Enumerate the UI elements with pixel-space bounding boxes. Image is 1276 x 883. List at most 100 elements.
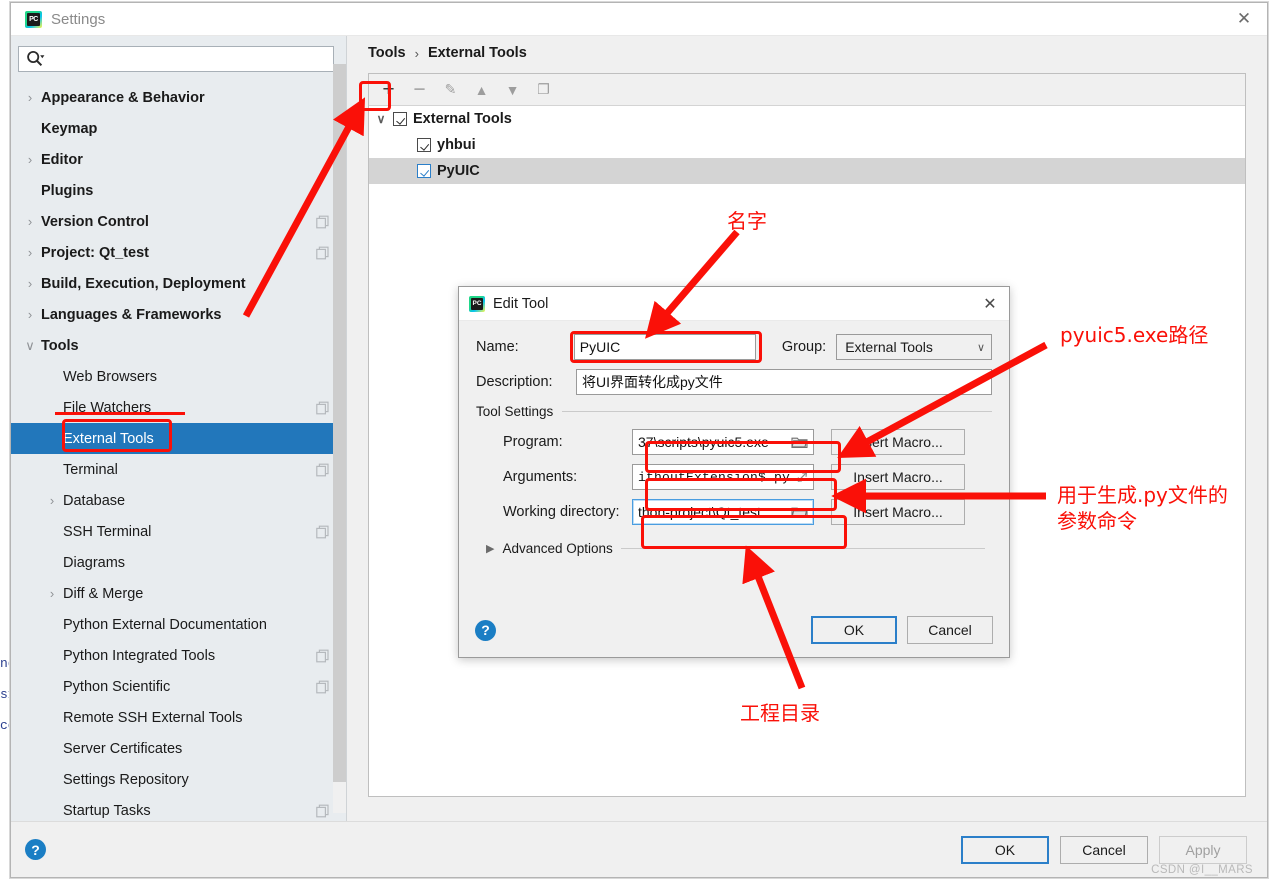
watermark: CSDN @I__MARS xyxy=(1151,864,1253,876)
copy-settings-icon[interactable] xyxy=(316,680,329,693)
advanced-options-label: Advanced Options xyxy=(502,541,613,556)
search-input[interactable] xyxy=(45,48,327,70)
arguments-label: Arguments: xyxy=(503,469,578,485)
sidebar-item-appearance-behavior[interactable]: › Appearance & Behavior xyxy=(11,82,346,113)
breadcrumb-root[interactable]: Tools xyxy=(368,45,406,61)
sidebar-item-settings-repository[interactable]: Settings Repository xyxy=(11,764,346,795)
advanced-options-row[interactable]: ▶ Advanced Options xyxy=(486,541,992,556)
close-icon[interactable]: ✕ xyxy=(977,292,1003,316)
edit-tool-body: Name: PyUIC Group: External Tools ∨ Desc… xyxy=(459,321,1009,556)
chevron-right-icon[interactable]: › xyxy=(19,90,41,105)
tool-settings-label: Tool Settings xyxy=(476,404,554,419)
sidebar-item-web-browsers[interactable]: Web Browsers xyxy=(11,361,346,392)
edit-button: ✎ xyxy=(436,77,465,103)
working-directory-input[interactable]: thon-project\Qt_test xyxy=(632,499,814,525)
sidebar-item-server-certificates[interactable]: Server Certificates xyxy=(11,733,346,764)
sidebar-item-external-tools[interactable]: External Tools xyxy=(11,423,346,454)
sidebar-item-label: Web Browsers xyxy=(63,368,158,385)
sidebar-item-tools[interactable]: ∨ Tools xyxy=(11,330,346,361)
folder-icon[interactable] xyxy=(791,505,808,519)
ok-button[interactable]: OK xyxy=(961,835,1049,864)
dialog-ok-button[interactable]: OK xyxy=(811,616,897,644)
description-label: Description: xyxy=(476,374,553,390)
edit-tool-titlebar: PC Edit Tool ✕ xyxy=(459,287,1009,321)
sidebar-item-editor[interactable]: › Editor xyxy=(11,144,346,175)
sidebar-item-terminal[interactable]: Terminal xyxy=(11,454,346,485)
copy-settings-icon[interactable] xyxy=(316,804,329,817)
sidebar-item-version-control[interactable]: › Version Control xyxy=(11,206,346,237)
sidebar-item-languages-frameworks[interactable]: › Languages & Frameworks xyxy=(11,299,346,330)
chevron-right-icon[interactable]: › xyxy=(19,307,41,322)
search-box[interactable] xyxy=(18,46,334,72)
copy-settings-icon[interactable] xyxy=(316,246,329,259)
working-directory-input-value: thon-project\Qt_test xyxy=(638,504,761,520)
insert-macro-program-button[interactable]: Insert Macro... xyxy=(831,429,965,455)
sidebar-scrollbar-thumb[interactable] xyxy=(333,64,346,782)
copy-settings-icon[interactable] xyxy=(316,649,329,662)
chevron-right-icon[interactable]: › xyxy=(19,214,41,229)
tool-group-row[interactable]: ∨ External Tools xyxy=(369,106,1245,132)
sidebar-item-python-integrated-tools[interactable]: Python Integrated Tools xyxy=(11,640,346,671)
chevron-right-icon[interactable]: › xyxy=(41,586,63,601)
chevron-right-icon[interactable]: › xyxy=(19,245,41,260)
chevron-right-icon[interactable]: › xyxy=(19,152,41,167)
sidebar-item-startup-tasks[interactable]: Startup Tasks xyxy=(11,795,346,821)
name-input[interactable]: PyUIC xyxy=(573,334,756,360)
help-icon[interactable]: ? xyxy=(25,839,46,860)
tool-checkbox[interactable] xyxy=(417,138,431,152)
sidebar-item-diagrams[interactable]: Diagrams xyxy=(11,547,346,578)
pencil-icon: ✎ xyxy=(444,81,457,97)
chevron-right-icon[interactable]: › xyxy=(19,276,41,291)
sidebar-item-label: Keymap xyxy=(41,120,98,137)
expand-editor-icon[interactable] xyxy=(795,471,808,484)
window-titlebar: PC Settings ✕ xyxy=(11,3,1267,36)
chevron-right-icon[interactable]: › xyxy=(41,493,63,508)
folder-icon[interactable] xyxy=(791,435,808,449)
group-checkbox[interactable] xyxy=(393,112,407,126)
help-icon[interactable]: ? xyxy=(475,619,496,641)
chevron-down-icon[interactable]: ∨ xyxy=(19,338,41,354)
sidebar-item-ssh-terminal[interactable]: SSH Terminal xyxy=(11,516,346,547)
arguments-input[interactable]: ithoutExtension$.py xyxy=(632,464,814,490)
chevron-down-icon[interactable]: ∨ xyxy=(369,112,393,126)
sidebar-item-label: Startup Tasks xyxy=(63,802,151,819)
sidebar-item-diff-merge[interactable]: › Diff & Merge xyxy=(11,578,346,609)
close-icon[interactable]: ✕ xyxy=(1221,3,1267,35)
copy-settings-icon[interactable] xyxy=(316,463,329,476)
copy-settings-icon[interactable] xyxy=(316,401,329,414)
dialog-cancel-button[interactable]: Cancel xyxy=(907,616,993,644)
add-button[interactable]: + xyxy=(374,77,403,103)
copy-settings-icon[interactable] xyxy=(316,215,329,228)
sidebar-item-database[interactable]: › Database xyxy=(11,485,346,516)
sidebar-item-python-external-documentation[interactable]: Python External Documentation xyxy=(11,609,346,640)
sidebar-item-project-qt-test[interactable]: › Project: Qt_test xyxy=(11,237,346,268)
sidebar-item-file-watchers[interactable]: File Watchers xyxy=(11,392,346,423)
working-directory-row: Working directory: thon-project\Qt_test … xyxy=(476,499,992,525)
tool-checkbox[interactable] xyxy=(417,164,431,178)
insert-macro-arguments-button[interactable]: Insert Macro... xyxy=(831,464,965,490)
settings-category-tree: › Appearance & Behavior Keymap › Editor Plugi… xyxy=(11,82,346,821)
tool-label: PyUIC xyxy=(437,163,480,179)
cancel-button[interactable]: Cancel xyxy=(1060,835,1148,864)
sidebar-item-python-scientific[interactable]: Python Scientific xyxy=(11,671,346,702)
sidebar-item-keymap[interactable]: Keymap xyxy=(11,113,346,144)
advanced-divider xyxy=(620,548,985,549)
description-input[interactable]: 将UI界面转化成py文件 xyxy=(576,369,992,395)
description-row: Description: 将UI界面转化成py文件 xyxy=(476,369,992,395)
group-select[interactable]: External Tools ∨ xyxy=(836,334,992,360)
sidebar-item-label: Plugins xyxy=(41,182,94,199)
sidebar-item-plugins[interactable]: Plugins xyxy=(11,175,346,206)
insert-macro-working-directory-button[interactable]: Insert Macro... xyxy=(831,499,965,525)
sidebar-item-remote-ssh-external-tools[interactable]: Remote SSH External Tools xyxy=(11,702,346,733)
sidebar-item-label: SSH Terminal xyxy=(63,523,152,540)
program-input[interactable]: 37\scripts\pyuic5.exe xyxy=(632,429,814,455)
search-icon xyxy=(25,49,45,69)
sidebar-item-build-execution-deployment[interactable]: › Build, Execution, Deployment xyxy=(11,268,346,299)
name-label: Name: xyxy=(476,339,519,355)
tool-row[interactable]: PyUIC xyxy=(369,158,1245,184)
tool-row[interactable]: yhbui xyxy=(369,132,1245,158)
arrow-up-icon: ▲ xyxy=(474,81,489,98)
breadcrumb: Tools › External Tools xyxy=(348,36,1267,70)
copy-settings-icon[interactable] xyxy=(316,525,329,538)
edit-tool-footer-buttons: OK Cancel xyxy=(811,616,993,644)
